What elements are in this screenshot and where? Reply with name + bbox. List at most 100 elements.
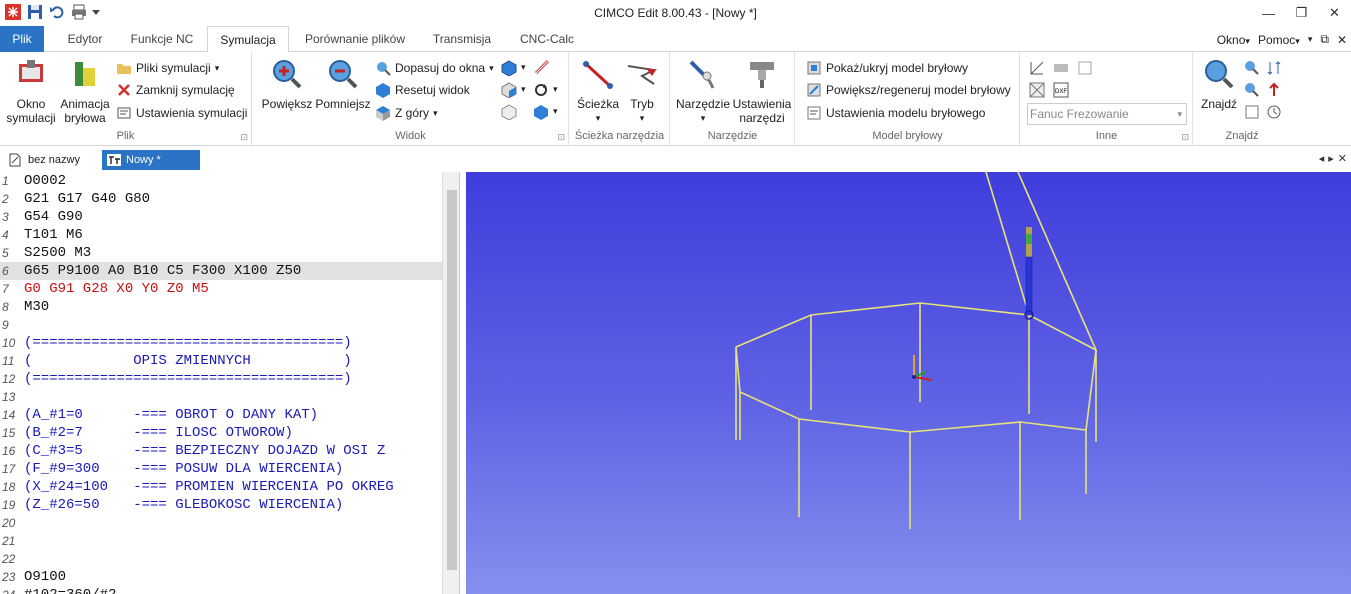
shaded-cube-icon[interactable] <box>533 104 549 120</box>
sort-icon[interactable] <box>1266 60 1282 76</box>
code-line[interactable]: 4 T101 M6 <box>0 226 442 244</box>
code-line[interactable]: 19 (Z_#26=50 -=== GLEBOKOSC WIERCENIA) <box>0 496 442 514</box>
code-line[interactable]: 24#102=360/#2 <box>0 586 442 594</box>
code-line[interactable]: 16 (C_#3=5 -=== BEZPIECZNY DOJAZD W OSI Z <box>0 442 442 460</box>
simulation-window-icon <box>19 60 43 82</box>
resetuj-widok-button[interactable]: Resetuj widok <box>375 80 470 100</box>
scrollbar-thumb[interactable] <box>447 190 457 570</box>
code-line[interactable]: 20 <box>0 514 442 532</box>
editor-scrollbar[interactable] <box>442 172 459 594</box>
code-line[interactable]: 13 <box>0 388 442 406</box>
dxf-icon[interactable]: DXF <box>1053 82 1069 98</box>
tab-cnc-calc[interactable]: CNC-Calc <box>510 26 584 52</box>
pliki-symulacji-button[interactable]: Pliki symulacji ▾ <box>116 58 219 78</box>
code-line[interactable]: 18 (X_#24=100 -=== PROMIEN WIERCENIA PO O… <box>0 478 442 496</box>
code-line[interactable]: 8 M30 <box>0 298 442 316</box>
nc-editor[interactable]: 1 O0002 2 G21 G17 G40 G80 3 G54 G90 4 T101 M6 5 S… <box>0 172 460 594</box>
stl-icon[interactable] <box>1029 82 1045 98</box>
pokaz-ukryj-model-button[interactable]: Pokaż/ukryj model bryłowy <box>806 58 968 78</box>
chevron-down-icon[interactable]: ▾ <box>553 106 558 117</box>
sciezka-button[interactable]: Ścieżka ▾ <box>574 58 622 125</box>
tab-porownanie-plikow[interactable]: Porównanie plików <box>296 26 414 52</box>
ruler-icon[interactable] <box>533 58 551 76</box>
ribbon-collapse-icon[interactable]: ▾ <box>1308 34 1313 45</box>
doc-tab-bez-nazwy[interactable]: bez nazwy <box>4 150 100 170</box>
rotate-icon[interactable] <box>533 82 549 98</box>
code-text: G21 G17 G40 G80 <box>24 191 151 207</box>
close-button[interactable]: ✕ <box>1318 0 1351 26</box>
code-line[interactable]: 22 <box>0 550 442 568</box>
code-line[interactable]: 15 (B_#2=7 -=== ILOSC OTWOROW) <box>0 424 442 442</box>
pomniejsz-button[interactable]: Pomniejsz <box>313 58 373 111</box>
code-line[interactable]: 12 (=====================================… <box>0 370 442 388</box>
ustawienia-symulacji-button[interactable]: Ustawienia symulacji <box>116 103 247 123</box>
tab-plik[interactable]: Plik <box>0 26 44 52</box>
code-line[interactable]: 11 ( OPIS ZMIENNYCH ) <box>0 352 442 370</box>
code-line[interactable]: 3 G54 G90 <box>0 208 442 226</box>
machine-icon[interactable] <box>1053 60 1069 76</box>
code-line[interactable]: 5 S2500 M3 <box>0 244 442 262</box>
z-gory-button[interactable]: Z góry ▾ <box>375 103 438 123</box>
jump-icon[interactable] <box>1266 82 1282 98</box>
scroll-right-icon[interactable]: ▸ <box>1328 152 1334 165</box>
restore-doc-icon[interactable]: ⧉ <box>1320 32 1329 47</box>
doc-tab-nowy[interactable]: Nowy * <box>102 150 200 170</box>
dopasuj-do-okna-button[interactable]: Dopasuj do okna ▾ <box>375 58 494 78</box>
simulation-3d-view[interactable] <box>466 172 1351 594</box>
code-line[interactable]: 17 (F_#9=300 -=== POSUW DLA WIERCENIA) <box>0 460 442 478</box>
zamknij-symulacje-button[interactable]: Zamknij symulację <box>116 80 235 100</box>
code-line[interactable]: 14 (A_#1=0 -=== OBROT O DANY KAT) <box>0 406 442 424</box>
tryb-button[interactable]: Tryb ▾ <box>620 58 664 125</box>
chevron-down-icon[interactable]: ▾ <box>521 62 526 73</box>
menu-pomoc[interactable]: Pomoc▾ <box>1258 33 1300 47</box>
code-line[interactable]: 23 O9100 <box>0 568 442 586</box>
dialog-launcher-icon[interactable]: ⊡ <box>1181 132 1189 143</box>
code-text: (=====================================) <box>24 371 352 387</box>
dialog-launcher-icon[interactable]: ⊡ <box>240 132 248 143</box>
restore-button[interactable]: ❐ <box>1285 0 1318 26</box>
znajdz-button[interactable]: Znajdź <box>1196 58 1242 111</box>
scroll-left-icon[interactable]: ◂ <box>1319 152 1325 165</box>
okno-symulacji-button[interactable]: Okno symulacji <box>2 58 60 125</box>
code-line[interactable]: 9 <box>0 316 442 334</box>
chevron-down-icon[interactable]: ▾ <box>521 84 526 95</box>
cube-view-icon[interactable] <box>501 60 517 76</box>
code-line[interactable]: 1 O0002 <box>0 172 442 190</box>
document-tabs: bez nazwy Nowy * ◂ ▸ ✕ <box>0 150 1351 172</box>
find-prev-icon[interactable] <box>1244 82 1260 98</box>
window-icon[interactable] <box>1077 60 1093 76</box>
tab-symulacja[interactable]: Symulacja <box>207 26 289 53</box>
code-line[interactable]: 10 (=====================================… <box>0 334 442 352</box>
iso-view-icon[interactable] <box>501 82 517 98</box>
close-doc-icon[interactable]: ✕ <box>1337 33 1347 47</box>
machine-select[interactable]: Fanuc Frezowanie ▾ <box>1027 103 1187 125</box>
tab-funkcje-nc[interactable]: Funkcje NC <box>122 26 202 52</box>
minimize-button[interactable]: — <box>1252 0 1285 26</box>
animacja-brylowa-button[interactable]: Animacja bryłowa <box>58 58 112 125</box>
code-line[interactable]: 6 G65 P9100 A0 B10 C5 F300 X100 Z50 <box>0 262 442 280</box>
chevron-down-icon: ▾ <box>700 113 706 123</box>
clock-icon[interactable] <box>1266 104 1282 120</box>
powieksz-regeneruj-model-button[interactable]: Powiększ/regeneruj model bryłowy <box>806 80 1011 100</box>
regen-model-icon <box>807 83 821 97</box>
ustawienia-modelu-button[interactable]: Ustawienia modelu bryłowego <box>806 103 985 123</box>
tab-edytor[interactable]: Edytor <box>56 26 114 52</box>
chevron-down-icon[interactable]: ▾ <box>553 84 558 95</box>
ustawienia-narzedzi-button[interactable]: Ustawienia narzędzi <box>731 58 793 125</box>
chart-icon[interactable] <box>1029 60 1045 76</box>
code-line[interactable]: 7 G0 G91 G28 X0 Y0 Z0 M5 <box>0 280 442 298</box>
replace-icon[interactable] <box>1244 104 1260 120</box>
narzedzie-button[interactable]: Narzędzie ▾ <box>673 58 733 125</box>
wire-cube-icon[interactable] <box>501 104 517 120</box>
powieksz-button[interactable]: Powiększ <box>259 58 315 111</box>
menu-okno[interactable]: Okno▾ <box>1217 33 1250 47</box>
find-next-icon[interactable] <box>1244 60 1260 76</box>
svg-text:DXF: DXF <box>1055 89 1067 95</box>
code-line[interactable]: 21 <box>0 532 442 550</box>
close-tab-icon[interactable]: ✕ <box>1338 152 1347 165</box>
tab-transmisja[interactable]: Transmisja <box>424 26 500 52</box>
dialog-launcher-icon[interactable]: ⊡ <box>557 132 565 143</box>
code-text: (X_#24=100 -=== PROMIEN WIERCENIA PO OKR… <box>24 479 394 495</box>
code-line[interactable]: 2 G21 G17 G40 G80 <box>0 190 442 208</box>
code-text: ( OPIS ZMIENNYCH ) <box>24 353 352 369</box>
